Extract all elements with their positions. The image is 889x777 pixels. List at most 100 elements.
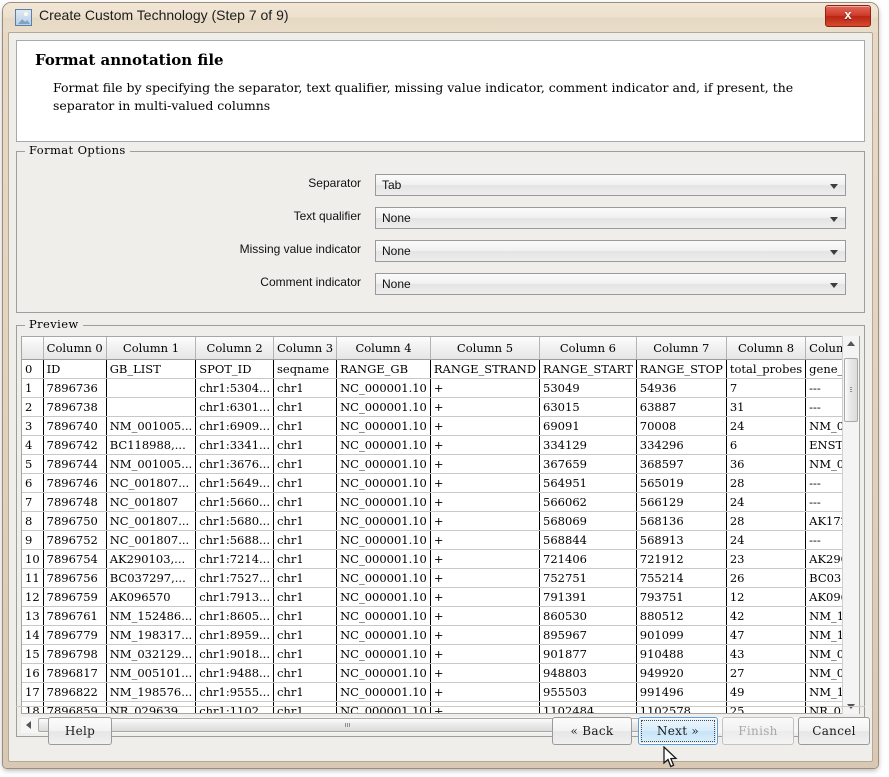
- table-cell[interactable]: 54936: [636, 378, 726, 397]
- table-cell[interactable]: +: [430, 530, 539, 549]
- table-cell[interactable]: 24: [726, 530, 805, 549]
- table-cell[interactable]: 860530: [540, 606, 637, 625]
- table-cell[interactable]: 7896740: [43, 416, 106, 435]
- table-cell[interactable]: chr1:7527...: [196, 568, 274, 587]
- table-cell[interactable]: 70008: [636, 416, 726, 435]
- table-cell[interactable]: +: [430, 454, 539, 473]
- table-cell[interactable]: NM_198576...: [106, 682, 195, 701]
- column-header[interactable]: Column 5: [430, 337, 539, 359]
- column-header[interactable]: Column 0: [43, 337, 106, 359]
- table-cell[interactable]: 565019: [636, 473, 726, 492]
- table-cell[interactable]: 63887: [636, 397, 726, 416]
- cancel-button[interactable]: Cancel: [798, 717, 870, 745]
- table-row[interactable]: 37896740NM_001005...chr1:6909...chr1NC_0…: [22, 416, 860, 435]
- row-header[interactable]: 15: [22, 644, 43, 663]
- table-cell[interactable]: 53049: [540, 378, 637, 397]
- table-cell[interactable]: chr1: [273, 663, 336, 682]
- table-row[interactable]: 57896744NM_001005...chr1:3676...chr1NC_0…: [22, 454, 860, 473]
- table-cell[interactable]: RANGE_START: [540, 359, 637, 378]
- table-cell[interactable]: 568913: [636, 530, 726, 549]
- table-cell[interactable]: 27: [726, 663, 805, 682]
- table-cell[interactable]: NC_000001.10: [337, 530, 431, 549]
- table-cell[interactable]: NC_000001.10: [337, 378, 431, 397]
- table-row[interactable]: 177896822NM_198576...chr1:9555...chr1NC_…: [22, 682, 860, 701]
- table-cell[interactable]: BC118988,...: [106, 435, 195, 454]
- table-cell[interactable]: 568136: [636, 511, 726, 530]
- comment-indicator-combo[interactable]: None: [375, 273, 846, 295]
- row-header[interactable]: 3: [22, 416, 43, 435]
- row-header[interactable]: 14: [22, 625, 43, 644]
- table-cell[interactable]: chr1: [273, 511, 336, 530]
- table-cell[interactable]: chr1: [273, 492, 336, 511]
- table-cell[interactable]: 7: [726, 378, 805, 397]
- table-cell[interactable]: RANGE_STRAND: [430, 359, 539, 378]
- row-header[interactable]: 5: [22, 454, 43, 473]
- table-cell[interactable]: NM_198317...: [106, 625, 195, 644]
- table-cell[interactable]: chr1: [273, 397, 336, 416]
- table-cell[interactable]: 36: [726, 454, 805, 473]
- table-cell[interactable]: +: [430, 511, 539, 530]
- table-cell[interactable]: +: [430, 416, 539, 435]
- row-header[interactable]: 7: [22, 492, 43, 511]
- table-cell[interactable]: chr1: [273, 606, 336, 625]
- table-cell[interactable]: +: [430, 663, 539, 682]
- table-row[interactable]: 27896738chr1:6301...chr1NC_000001.10+630…: [22, 397, 860, 416]
- row-header[interactable]: 11: [22, 568, 43, 587]
- table-cell[interactable]: 6: [726, 435, 805, 454]
- table-cell[interactable]: NM_152486...: [106, 606, 195, 625]
- table-cell[interactable]: 7896748: [43, 492, 106, 511]
- table-cell[interactable]: 752751: [540, 568, 637, 587]
- table-cell[interactable]: NC_000001.10: [337, 663, 431, 682]
- table-cell[interactable]: NC_000001.10: [337, 454, 431, 473]
- table-cell[interactable]: chr1:5660...: [196, 492, 274, 511]
- table-cell[interactable]: chr1:5688...: [196, 530, 274, 549]
- table-cell[interactable]: NC_000001.10: [337, 568, 431, 587]
- table-cell[interactable]: 63015: [540, 397, 637, 416]
- column-header[interactable]: Column 2: [196, 337, 274, 359]
- table-row[interactable]: 87896750NC_001807...chr1:5680...chr1NC_0…: [22, 511, 860, 530]
- table-cell[interactable]: 7896817: [43, 663, 106, 682]
- row-header[interactable]: 8: [22, 511, 43, 530]
- row-header[interactable]: 16: [22, 663, 43, 682]
- table-cell[interactable]: 7896759: [43, 587, 106, 606]
- table-cell[interactable]: 901877: [540, 644, 637, 663]
- table-cell[interactable]: chr1:9555...: [196, 682, 274, 701]
- table-cell[interactable]: NC_000001.10: [337, 492, 431, 511]
- table-cell[interactable]: 566129: [636, 492, 726, 511]
- table-cell[interactable]: 566062: [540, 492, 637, 511]
- row-header[interactable]: 4: [22, 435, 43, 454]
- table-cell[interactable]: chr1:8959...: [196, 625, 274, 644]
- table-row[interactable]: 127896759AK096570chr1:7913...chr1NC_0000…: [22, 587, 860, 606]
- table-cell[interactable]: chr1: [273, 587, 336, 606]
- table-cell[interactable]: NC_000001.10: [337, 549, 431, 568]
- table-cell[interactable]: NC_000001.10: [337, 644, 431, 663]
- table-cell[interactable]: 7896736: [43, 378, 106, 397]
- table-cell[interactable]: 7896761: [43, 606, 106, 625]
- table-cell[interactable]: 42: [726, 606, 805, 625]
- table-cell[interactable]: total_probes: [726, 359, 805, 378]
- table-row[interactable]: 147896779NM_198317...chr1:8959...chr1NC_…: [22, 625, 860, 644]
- table-cell[interactable]: NM_001005...: [106, 416, 195, 435]
- table-cell[interactable]: AK290103,...: [106, 549, 195, 568]
- table-row[interactable]: 47896742BC118988,...chr1:3341...chr1NC_0…: [22, 435, 860, 454]
- row-header[interactable]: 2: [22, 397, 43, 416]
- text-qualifier-combo[interactable]: None: [375, 207, 846, 229]
- table-row[interactable]: 17896736chr1:5304...chr1NC_000001.10+530…: [22, 378, 860, 397]
- table-cell[interactable]: 721406: [540, 549, 637, 568]
- table-cell[interactable]: chr1: [273, 378, 336, 397]
- table-cell[interactable]: chr1:8605...: [196, 606, 274, 625]
- table-cell[interactable]: +: [430, 435, 539, 454]
- table-cell[interactable]: 7896754: [43, 549, 106, 568]
- table-cell[interactable]: 721912: [636, 549, 726, 568]
- table-cell[interactable]: 24: [726, 492, 805, 511]
- table-cell[interactable]: NM_032129...: [106, 644, 195, 663]
- row-header[interactable]: 17: [22, 682, 43, 701]
- table-cell[interactable]: 23: [726, 549, 805, 568]
- table-cell[interactable]: [106, 378, 195, 397]
- table-cell[interactable]: 895967: [540, 625, 637, 644]
- table-row[interactable]: 117896756BC037297,...chr1:7527...chr1NC_…: [22, 568, 860, 587]
- table-cell[interactable]: NC_000001.10: [337, 416, 431, 435]
- help-button[interactable]: Help: [48, 717, 112, 745]
- table-cell[interactable]: +: [430, 397, 539, 416]
- table-cell[interactable]: SPOT_ID: [196, 359, 274, 378]
